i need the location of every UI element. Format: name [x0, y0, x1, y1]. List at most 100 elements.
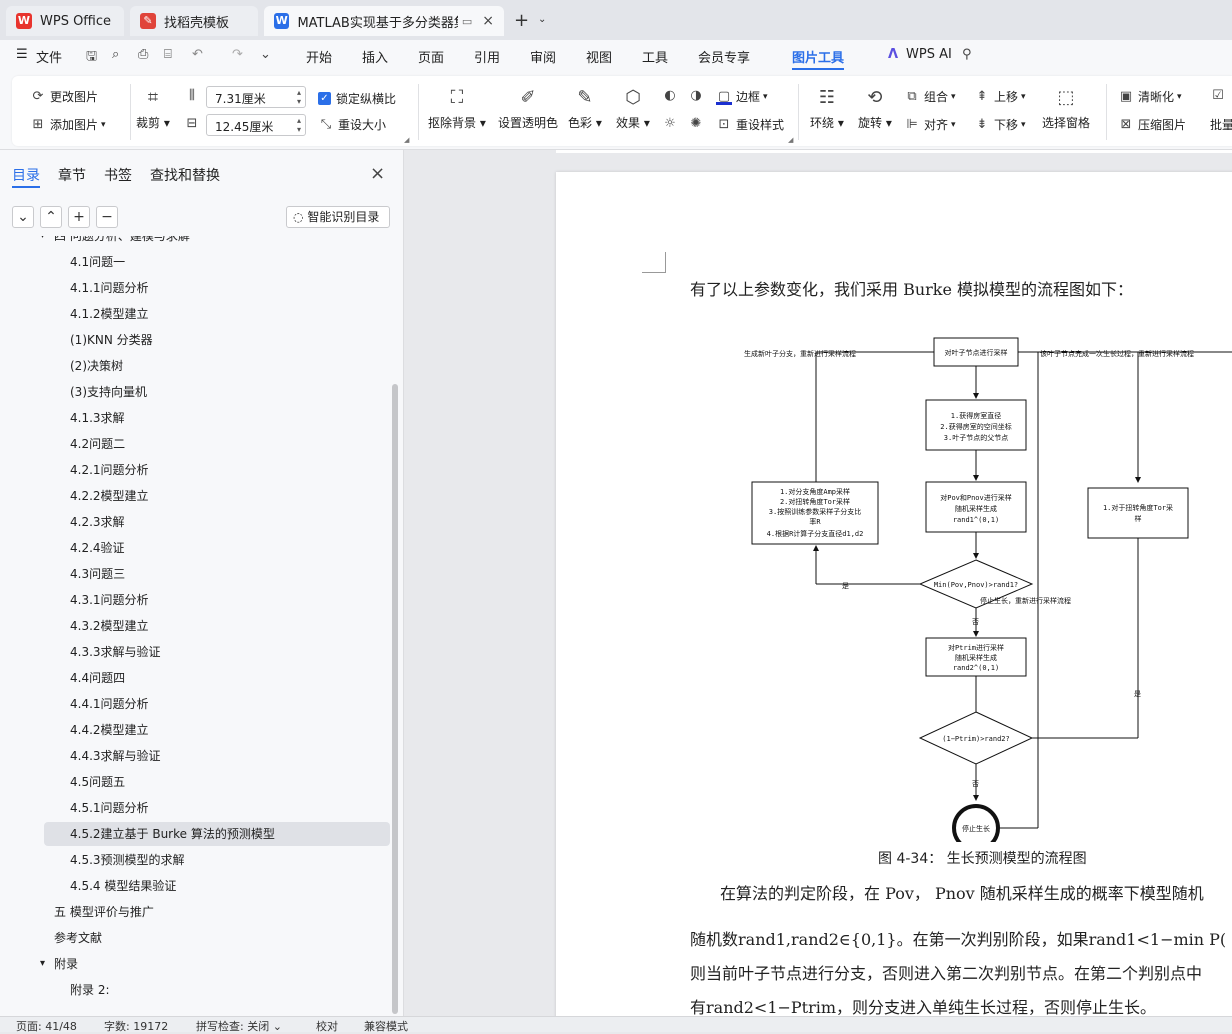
batch-icon[interactable]: ☑ [1210, 88, 1230, 104]
contrast-icon[interactable]: ◑ [688, 88, 708, 104]
align-button[interactable]: ⊫ 对齐 ▾ [904, 116, 955, 133]
paragraph-3[interactable]: 则当前叶子节点进行分支，否则进入第二次判别节点。在第二个判别点中 [690, 960, 1202, 984]
save-icon[interactable]: 🖫 [86, 47, 97, 69]
toc-item[interactable]: 4.1.3求解 [0, 406, 390, 430]
compress-button[interactable]: ⊠ 压缩图片 [1118, 116, 1186, 133]
tab-find-replace[interactable]: 查找和替换 [150, 165, 220, 185]
close-icon[interactable]: × [482, 13, 494, 29]
reset-style-button[interactable]: ⊡ 重设样式 [716, 116, 784, 133]
toc-item[interactable]: 4.1问题一 [0, 250, 390, 274]
paragraph-2[interactable]: 随机数rand1,rand2∈{0,1}。在第一次判别阶段，如果rand1<1−… [690, 926, 1226, 950]
effect-button[interactable]: ⬡ 效果 ▾ [616, 86, 650, 131]
height-input[interactable]: 7.31厘米 ▴ ▾ [206, 86, 306, 108]
new-tab-icon[interactable]: + [514, 10, 529, 31]
toc-item[interactable]: 4.3.1问题分析 [0, 588, 390, 612]
toc-item[interactable]: 4.2.1问题分析 [0, 458, 390, 482]
toc-item[interactable]: 4.5.4 模型结果验证 [0, 874, 390, 898]
toc-item[interactable]: 4.2.2模型建立 [0, 484, 390, 508]
close-icon[interactable]: × [370, 163, 385, 184]
smart-toc-button[interactable]: ◌ 智能识别目录 [286, 206, 390, 228]
caret-down-icon[interactable]: ▾ [40, 952, 45, 976]
toc-item[interactable]: ▾ 附录 [0, 952, 390, 976]
sun-icon[interactable]: ☼ [662, 116, 682, 132]
add-heading-button[interactable]: + [68, 206, 90, 228]
brightness-up-icon[interactable]: ◐ [662, 88, 682, 104]
toc-item[interactable]: 4.5.1问题分析 [0, 796, 390, 820]
menu-view[interactable]: 视图 [586, 47, 612, 66]
menu-tools[interactable]: 工具 [642, 47, 668, 66]
tab-toc[interactable]: 目录 [12, 165, 40, 185]
batch-button[interactable]: 批量处 [1210, 116, 1232, 133]
add-image-button[interactable]: ⊞ 添加图片 ▾ [30, 116, 106, 133]
toc-item[interactable]: 4.2.4验证 [0, 536, 390, 560]
print-icon[interactable]: ⎙ [138, 47, 148, 62]
crop-button[interactable]: ⌗ 裁剪 ▾ [136, 86, 170, 131]
menu-wps-ai[interactable]: WPS AI [906, 47, 952, 62]
resize-button[interactable]: ⤡ 重设大小 [318, 116, 386, 133]
tab-chapters[interactable]: 章节 [58, 165, 86, 185]
menu-picture-tools[interactable]: 图片工具 [792, 47, 845, 70]
color-button[interactable]: ✎ 色彩 ▾ [568, 86, 602, 131]
menu-review[interactable]: 审阅 [530, 47, 556, 66]
figure-caption[interactable]: 图 4-34： 生长预测模型的流程图 [878, 848, 1087, 868]
toc-item[interactable]: ▾ 四 问题分析、建模与求解 [0, 236, 390, 248]
toc-item[interactable]: 4.5.3预测模型的求解 [0, 848, 390, 872]
toc-item[interactable]: 参考文献 [0, 926, 390, 950]
toc-item[interactable]: 4.5问题五 [0, 770, 390, 794]
menu-insert[interactable]: 插入 [362, 47, 388, 66]
set-transparent-button[interactable]: ✐ 设置透明色 [498, 86, 558, 131]
toc-item[interactable]: 4.4.2模型建立 [0, 718, 390, 742]
toc-item[interactable]: 4.3问题三 [0, 562, 390, 586]
group-button[interactable]: ⧉ 组合 ▾ [904, 88, 955, 105]
toc-item[interactable]: 4.2问题二 [0, 432, 390, 456]
wrap-button[interactable]: ☷ 环绕 ▾ [810, 86, 844, 131]
more-icon[interactable]: ⌄ [260, 47, 271, 62]
paragraph-1[interactable]: 在算法的判定阶段，在 Pov， Pnov 随机采样生成的概率下模型随机 [720, 880, 1204, 904]
selection-pane-button[interactable]: ⬚ 选择窗格 [1042, 86, 1090, 131]
paragraph-4[interactable]: 有rand2<1−Ptrim，则分支进入单纯生长过程，否则停止生长。 [690, 994, 1156, 1016]
sharpen-button[interactable]: ▣ 清晰化 ▾ [1118, 88, 1182, 105]
toc-item[interactable]: 4.4.1问题分析 [0, 692, 390, 716]
collapse-button[interactable]: ⌄ [12, 206, 34, 228]
toc-item[interactable]: 4.4问题四 [0, 666, 390, 690]
menu-references[interactable]: 引用 [474, 47, 500, 66]
toc-item[interactable]: 4.3.2模型建立 [0, 614, 390, 638]
width-input[interactable]: 12.45厘米 ▴ ▾ [206, 114, 306, 136]
sun-dim-icon[interactable]: ✺ [688, 116, 708, 132]
toc-item[interactable]: 4.1.1问题分析 [0, 276, 390, 300]
hamburger-icon[interactable]: ☰ [16, 47, 28, 62]
remove-bg-button[interactable]: ⛶ 抠除背景 ▾ [428, 86, 486, 131]
toc-item[interactable]: 4.5.2建立基于 Burke 算法的预测模型 [44, 822, 390, 846]
toc-item[interactable]: 4.4.3求解与验证 [0, 744, 390, 768]
toc-item[interactable]: 4.3.3求解与验证 [0, 640, 390, 664]
tab-template[interactable]: ✎ 找稻壳模板 [130, 6, 258, 36]
redo-icon[interactable]: ↷ [232, 47, 243, 62]
scrollbar[interactable] [392, 384, 398, 1014]
print-preview-icon[interactable]: ⌸ [164, 47, 172, 62]
lock-ratio-checkbox[interactable]: ✓ 锁定纵横比 [318, 90, 396, 107]
toc-item[interactable]: (1)KNN 分类器 [0, 328, 390, 352]
toc-item[interactable]: (2)决策树 [0, 354, 390, 378]
toc-item[interactable]: 五 模型评价与推广 [0, 900, 390, 924]
tab-bookmarks[interactable]: 书签 [104, 165, 132, 185]
undo-icon[interactable]: ↶ [192, 47, 203, 62]
format-painter-icon[interactable]: ⌕ [112, 47, 119, 62]
tab-document[interactable]: W MATLAB实现基于多分类器集 ▭ × [264, 6, 504, 36]
search-icon[interactable]: ⚲ [962, 47, 972, 62]
flowchart[interactable]: 对叶子节点进行采样 生成新叶子分支，重新进行采样流程 该叶子节点完成一次生长过程… [736, 314, 1232, 842]
dialog-launcher-icon[interactable]: ◢ [404, 136, 409, 144]
toc-item[interactable]: (3)支持向量机 [0, 380, 390, 404]
menu-home[interactable]: 开始 [306, 47, 332, 66]
toc-item[interactable]: 4.1.2模型建立 [0, 302, 390, 326]
change-image-button[interactable]: ⟳ 更改图片 [30, 88, 98, 105]
toc-item[interactable]: 4.2.3求解 [0, 510, 390, 534]
border-button[interactable]: ▢ 边框 ▾ [716, 88, 768, 105]
remove-heading-button[interactable]: − [96, 206, 118, 228]
menu-page[interactable]: 页面 [418, 47, 444, 66]
caret-down-icon[interactable]: ▾ [40, 236, 45, 248]
dialog-launcher-icon[interactable]: ◢ [788, 136, 793, 144]
rotate-button[interactable]: ⟲ 旋转 ▾ [858, 86, 892, 131]
file-menu[interactable]: 文件 [36, 47, 62, 66]
expand-button[interactable]: ⌃ [40, 206, 62, 228]
chevron-down-icon[interactable]: ⌄ [538, 14, 546, 25]
